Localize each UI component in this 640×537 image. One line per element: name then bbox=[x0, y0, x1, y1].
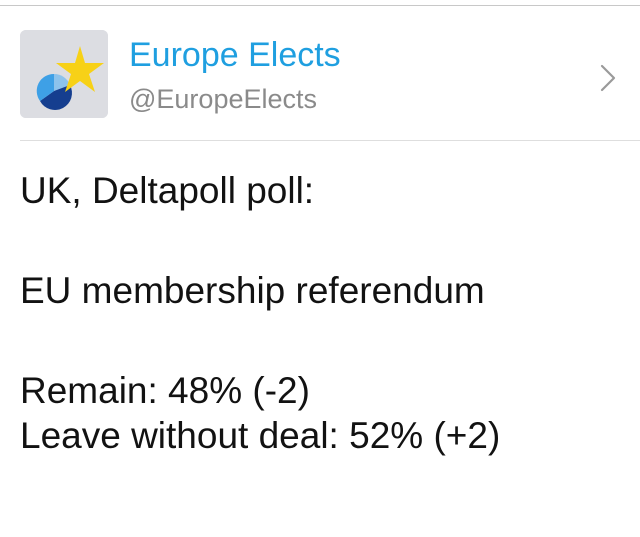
tweet-author-header[interactable]: Europe Elects @EuropeElects bbox=[0, 6, 640, 140]
tweet-line-remain: Remain: 48% (-2) bbox=[20, 370, 310, 411]
line-spacer bbox=[20, 213, 620, 268]
europe-elects-logo-icon bbox=[20, 30, 108, 118]
tweet-line-topic: EU membership referendum bbox=[20, 270, 485, 311]
tweet-line-title: UK, Deltapoll poll: bbox=[20, 170, 315, 211]
chevron-right-icon[interactable] bbox=[598, 63, 618, 93]
tweet-line-leave: Leave without deal: 52% (+2) bbox=[20, 415, 501, 456]
tweet-text: UK, Deltapoll poll: EU membership refere… bbox=[20, 168, 620, 458]
avatar[interactable] bbox=[20, 30, 108, 118]
header-divider bbox=[20, 140, 640, 141]
author-handle[interactable]: @EuropeElects bbox=[129, 83, 317, 115]
author-display-name[interactable]: Europe Elects bbox=[129, 35, 341, 75]
line-spacer bbox=[20, 313, 620, 368]
